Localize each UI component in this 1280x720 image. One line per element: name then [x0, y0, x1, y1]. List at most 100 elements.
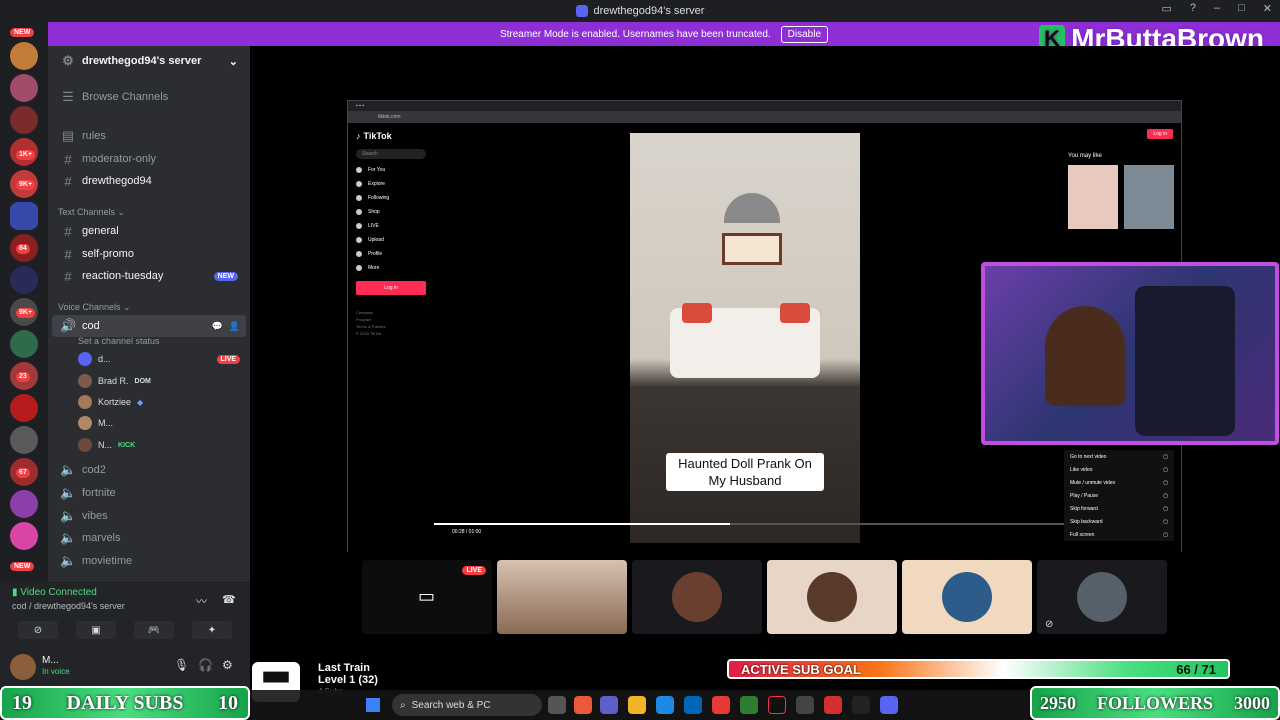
nav-label: For You — [368, 167, 386, 173]
context-menu-item: Like video ▢ — [1070, 466, 1168, 473]
gem-icon: ◆ — [137, 397, 144, 407]
help-icon[interactable]: ? — [1190, 2, 1196, 15]
minimize-button[interactable]: – — [1214, 2, 1220, 15]
role-tag: KICK — [118, 441, 136, 449]
tiktok-login-button: Log in — [1147, 129, 1173, 139]
participant-tile-avatar[interactable] — [767, 560, 897, 634]
participant-tile-avatar[interactable] — [902, 560, 1032, 634]
settings-gear-icon[interactable]: ⚙ — [222, 658, 233, 672]
pillow — [682, 303, 712, 323]
server-icon[interactable] — [10, 330, 38, 358]
nav-label: More — [368, 265, 380, 271]
footer-link: Program — [356, 317, 372, 322]
tiktok-icon[interactable] — [768, 696, 786, 714]
tiktok-logo: ♪ TikTok — [356, 131, 426, 141]
windows-start-icon[interactable] — [366, 698, 380, 712]
xbox-icon[interactable] — [740, 696, 758, 714]
search-icon: ⌕ — [400, 699, 406, 711]
voice-user[interactable]: M... — [78, 413, 113, 433]
browse-channels[interactable]: ☰ Browse Channels — [52, 86, 246, 108]
category-label: Voice Channels — [58, 302, 121, 312]
server-icon[interactable] — [10, 522, 38, 550]
tiktok-login-button: Log in — [356, 281, 426, 295]
chat-icon[interactable]: 💬 — [212, 321, 223, 332]
voice-channel-fortnite[interactable]: 🔈 fortnite — [52, 482, 246, 504]
voice-channel-vibes[interactable]: 🔈 vibes — [52, 505, 246, 527]
voice-channel-cod2[interactable]: 🔈 cod2 — [52, 459, 246, 481]
followers-target: 3000 — [1234, 692, 1270, 713]
voice-user[interactable]: Brad R. DOM — [78, 371, 151, 391]
folder-icon[interactable] — [628, 696, 646, 714]
voice-channel-cod[interactable]: 🔊 cod 💬 👤 — [52, 315, 246, 337]
voice-connection-panel: ▮ Video Connected cod / drewthegod94's s… — [0, 582, 250, 646]
invite-icon[interactable]: 👤 — [229, 321, 240, 332]
server-icon-active[interactable] — [10, 202, 38, 230]
channel-moderator-only[interactable]: # moderator-only — [52, 148, 246, 170]
youtube-icon[interactable] — [712, 696, 730, 714]
maximize-button[interactable]: □ — [1238, 2, 1245, 15]
server-icon[interactable] — [10, 490, 38, 518]
close-button[interactable]: ✕ — [1263, 2, 1272, 15]
participant-tile-avatar[interactable] — [632, 560, 762, 634]
server-icon[interactable] — [10, 42, 38, 70]
category-text-channels[interactable]: Text Channels ⌄ — [58, 207, 125, 218]
app-icon[interactable] — [574, 696, 592, 714]
voice-user[interactable]: Kortziee ◆ — [78, 392, 143, 412]
voice-user[interactable]: d... LIVE — [78, 349, 241, 369]
disconnect-icon[interactable]: ☎ — [222, 593, 236, 606]
channel-general[interactable]: # general — [52, 220, 246, 242]
server-icon[interactable] — [10, 74, 38, 102]
server-icon[interactable] — [10, 106, 38, 134]
teams-icon[interactable] — [600, 696, 618, 714]
server-icon[interactable] — [10, 426, 38, 454]
voice-channel-movietime[interactable]: 🔈 movietime — [52, 550, 246, 572]
store-icon[interactable] — [684, 696, 702, 714]
activities-button[interactable]: 🎮 — [134, 621, 174, 639]
server-icon[interactable] — [10, 394, 38, 422]
channel-drewthegod94[interactable]: # drewthegod94 — [52, 170, 246, 192]
app-icon[interactable] — [824, 696, 842, 714]
server-name: drewthegod94's server — [82, 55, 202, 67]
avatar — [78, 352, 92, 366]
voice-user[interactable]: N... KICK — [78, 435, 135, 455]
video-progress-fill — [434, 523, 731, 525]
avatar[interactable] — [10, 654, 36, 680]
channel-self-promo[interactable]: # self-promo — [52, 243, 246, 265]
discord-icon[interactable] — [880, 696, 898, 714]
avatar — [78, 438, 92, 452]
participant-tile-avatar[interactable]: ⊘ — [1037, 560, 1167, 634]
participant-tile-camera[interactable] — [497, 560, 627, 634]
inbox-icon[interactable]: ▭ — [1161, 2, 1171, 15]
camera-off-button[interactable]: ⊘ — [18, 621, 58, 639]
app-icon[interactable] — [852, 696, 870, 714]
headphones-icon[interactable]: 🎧 — [198, 658, 213, 672]
soundboard-button[interactable]: ✦ — [192, 621, 232, 639]
participant-tile-stream[interactable]: LIVE ▭ — [362, 560, 492, 634]
set-channel-status[interactable]: Set a channel status — [78, 336, 160, 346]
channel-rules[interactable]: ▤ rules — [52, 125, 246, 147]
followers-current: 2950 — [1040, 692, 1076, 713]
banner-text: Streamer Mode is enabled. Usernames have… — [499, 28, 771, 40]
nav-label: Shop — [368, 209, 380, 215]
channel-label: moderator-only — [82, 153, 156, 165]
avatar — [78, 416, 92, 430]
voice-user-name: d... — [98, 354, 111, 364]
username: M... — [42, 655, 59, 666]
screen-share-button[interactable]: ▣ — [76, 621, 116, 639]
followers-label: FOLLOWERS — [1096, 692, 1214, 713]
microphone-icon[interactable]: 🎙 — [174, 658, 189, 672]
task-view-icon[interactable] — [548, 696, 566, 714]
tiktok-nav-item: Profile — [356, 251, 426, 257]
voice-channel-marvels[interactable]: 🔈 marvels — [52, 527, 246, 549]
tiktok-nav-item: Upload — [356, 237, 426, 243]
taskbar-search[interactable]: ⌕ Search web & PC — [392, 694, 542, 716]
category-voice-channels[interactable]: Voice Channels ⌄ — [58, 302, 131, 313]
edge-icon[interactable] — [656, 696, 674, 714]
obs-icon[interactable] — [796, 696, 814, 714]
role-tag: DOM — [134, 377, 151, 385]
channel-reaction-tuesday[interactable]: # reaction-tuesday NEW — [52, 265, 246, 287]
server-name-header[interactable]: ⚙ drewthegod94's server ⌄ — [52, 50, 246, 72]
noise-suppression-icon[interactable]: 〰 — [196, 593, 207, 609]
disable-streamer-mode-button[interactable]: Disable — [780, 25, 829, 43]
server-icon[interactable] — [10, 266, 38, 294]
